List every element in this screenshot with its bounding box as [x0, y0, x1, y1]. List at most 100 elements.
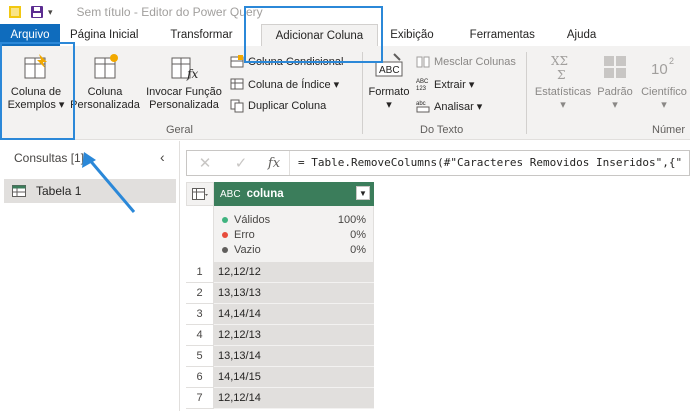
- standard-icon: [604, 56, 626, 78]
- row-number: 7: [186, 388, 214, 409]
- error-dot-icon: [222, 231, 228, 238]
- quality-row-spacer: [186, 206, 214, 262]
- tab-exibicao[interactable]: Exibição: [378, 24, 443, 46]
- quality-error-row: Erro 0%: [222, 227, 366, 242]
- quality-label: Vazio: [234, 243, 261, 256]
- quality-valid-row: Válidos 100%: [222, 212, 366, 227]
- coluna-de-indice-button[interactable]: Coluna de Índice ▾: [230, 75, 339, 93]
- table-row: 7 12,12/14: [186, 388, 374, 409]
- table-menu-button[interactable]: [186, 182, 214, 206]
- table-row: 6 14,14/15: [186, 367, 374, 388]
- table-cell[interactable]: 12,12/12: [214, 262, 374, 283]
- row-number: 3: [186, 304, 214, 325]
- column-header-coluna[interactable]: ABC coluna ▼: [214, 182, 374, 206]
- table-cell[interactable]: 13,13/14: [214, 346, 374, 367]
- quality-pct: 0%: [350, 243, 366, 256]
- ribbon-separator: [362, 52, 363, 134]
- quality-label: Erro: [234, 228, 255, 241]
- group-label-numero: Númer: [652, 124, 686, 136]
- svg-text:abc: abc: [416, 101, 426, 107]
- analisar-button[interactable]: abc Analisar ▾: [416, 97, 482, 115]
- table-row: 1 12,12/12: [186, 262, 374, 283]
- formato-label: Formato ▾: [368, 86, 410, 111]
- annotation-arrow: [82, 152, 136, 213]
- duplicar-coluna-button[interactable]: Duplicar Coluna: [230, 97, 326, 115]
- confirm-icon[interactable]: ✓: [223, 154, 259, 172]
- table-cell[interactable]: 14,14/14: [214, 304, 374, 325]
- row-number: 1: [186, 262, 214, 283]
- row-number: 2: [186, 283, 214, 304]
- analisar-label: Analisar ▾: [434, 100, 483, 113]
- row-number: 6: [186, 367, 214, 388]
- fx-icon[interactable]: fx: [259, 156, 289, 171]
- custom-column-icon: [94, 54, 118, 79]
- tab-ajuda[interactable]: Ajuda: [545, 24, 606, 46]
- row-number: 4: [186, 325, 214, 346]
- cientifico-button[interactable]: 10 2 Científico ▾: [638, 52, 690, 112]
- table-row: 3 14,14/14: [186, 304, 374, 325]
- coluna-personalizada-label-2: Personalizada: [70, 99, 140, 111]
- highlight-coluna-de-exemplos: [0, 42, 75, 140]
- ribbon-separator: [526, 52, 527, 134]
- duplicar-coluna-label: Duplicar Coluna: [248, 100, 327, 112]
- window-title: Sem título - Editor do Power Query: [76, 5, 263, 19]
- tab-ferramentas[interactable]: Ferramentas: [444, 24, 545, 46]
- estatisticas-label: Estatísticas ▾: [534, 86, 592, 111]
- highlight-adicionar-coluna-tab: [244, 6, 383, 63]
- power-query-icon: [9, 6, 21, 18]
- cientifico-label: Científico ▾: [641, 86, 687, 111]
- svg-text:2: 2: [669, 56, 674, 66]
- group-label-geral: Geral: [166, 124, 193, 136]
- tab-transformar[interactable]: Transformar: [148, 24, 242, 46]
- conditional-column-icon: [230, 55, 244, 68]
- invoke-function-icon: fx: [171, 57, 198, 81]
- column-filter-dropdown-icon[interactable]: ▼: [356, 186, 370, 200]
- svg-text:ABC: ABC: [416, 79, 429, 85]
- extrair-button[interactable]: ABC 123 Extrair ▾: [416, 75, 474, 93]
- scientific-icon: 10 2: [651, 56, 674, 78]
- invocar-funcao-personalizada-button[interactable]: fx Invocar Função Personalizada: [144, 52, 224, 112]
- padrao-button[interactable]: Padrão ▾: [594, 52, 636, 112]
- data-grid: ABC coluna ▼ Válidos 100% Erro 0% Vazio …: [186, 182, 690, 411]
- quality-pct: 100%: [337, 213, 366, 226]
- table-icon: [192, 188, 208, 200]
- merge-columns-icon: [416, 56, 430, 68]
- formula-input[interactable]: = Table.RemoveColumns(#"Caracteres Remov…: [289, 151, 689, 175]
- table-row: 4 12,12/13: [186, 325, 374, 346]
- quality-label: Válidos: [234, 213, 271, 226]
- collapse-pane-icon[interactable]: ‹: [160, 149, 165, 165]
- quality-empty-row: Vazio 0%: [222, 242, 366, 257]
- index-column-icon: [230, 78, 244, 90]
- quality-pct: 0%: [350, 228, 366, 241]
- column-header-label: coluna: [246, 188, 284, 200]
- estatisticas-button[interactable]: XΣ Σ Estatísticas ▾: [532, 52, 594, 112]
- table-cell[interactable]: 12,12/13: [214, 325, 374, 346]
- table-cell[interactable]: 14,14/15: [214, 367, 374, 388]
- invocar-funcao-label-1: Invocar Função: [146, 86, 222, 98]
- save-icon[interactable]: [30, 5, 44, 19]
- quick-access-dropdown-icon[interactable]: ▾: [48, 7, 53, 18]
- mesclar-colunas-label: Mesclar Colunas: [434, 56, 516, 68]
- table-cell[interactable]: 12,12/14: [214, 388, 374, 409]
- svg-text:Σ: Σ: [557, 68, 565, 82]
- group-label-do-texto: Do Texto: [420, 124, 464, 136]
- extrair-label: Extrair ▾: [434, 78, 475, 91]
- valid-dot-icon: [222, 216, 228, 223]
- table-icon: [12, 185, 26, 197]
- coluna-personalizada-button[interactable]: Coluna Personalizada: [68, 52, 142, 112]
- row-number: 5: [186, 346, 214, 367]
- svg-text:ABC: ABC: [379, 65, 400, 76]
- text-type-icon[interactable]: ABC: [220, 189, 241, 200]
- formula-bar: ✕ ✓ fx = Table.RemoveColumns(#"Caractere…: [186, 150, 690, 176]
- duplicate-column-icon: [230, 99, 244, 113]
- table-cell[interactable]: 13,13/13: [214, 283, 374, 304]
- svg-text:10: 10: [651, 61, 668, 78]
- svg-text:XΣ: XΣ: [551, 54, 568, 68]
- svg-text:123: 123: [416, 86, 427, 91]
- parse-icon: abc: [416, 101, 430, 113]
- padrao-label: Padrão ▾: [597, 86, 633, 111]
- mesclar-colunas-button[interactable]: Mesclar Colunas: [416, 53, 516, 71]
- extract-icon: ABC 123: [416, 79, 429, 91]
- cancel-icon[interactable]: ✕: [187, 154, 223, 172]
- coluna-de-indice-label: Coluna de Índice ▾: [248, 78, 340, 91]
